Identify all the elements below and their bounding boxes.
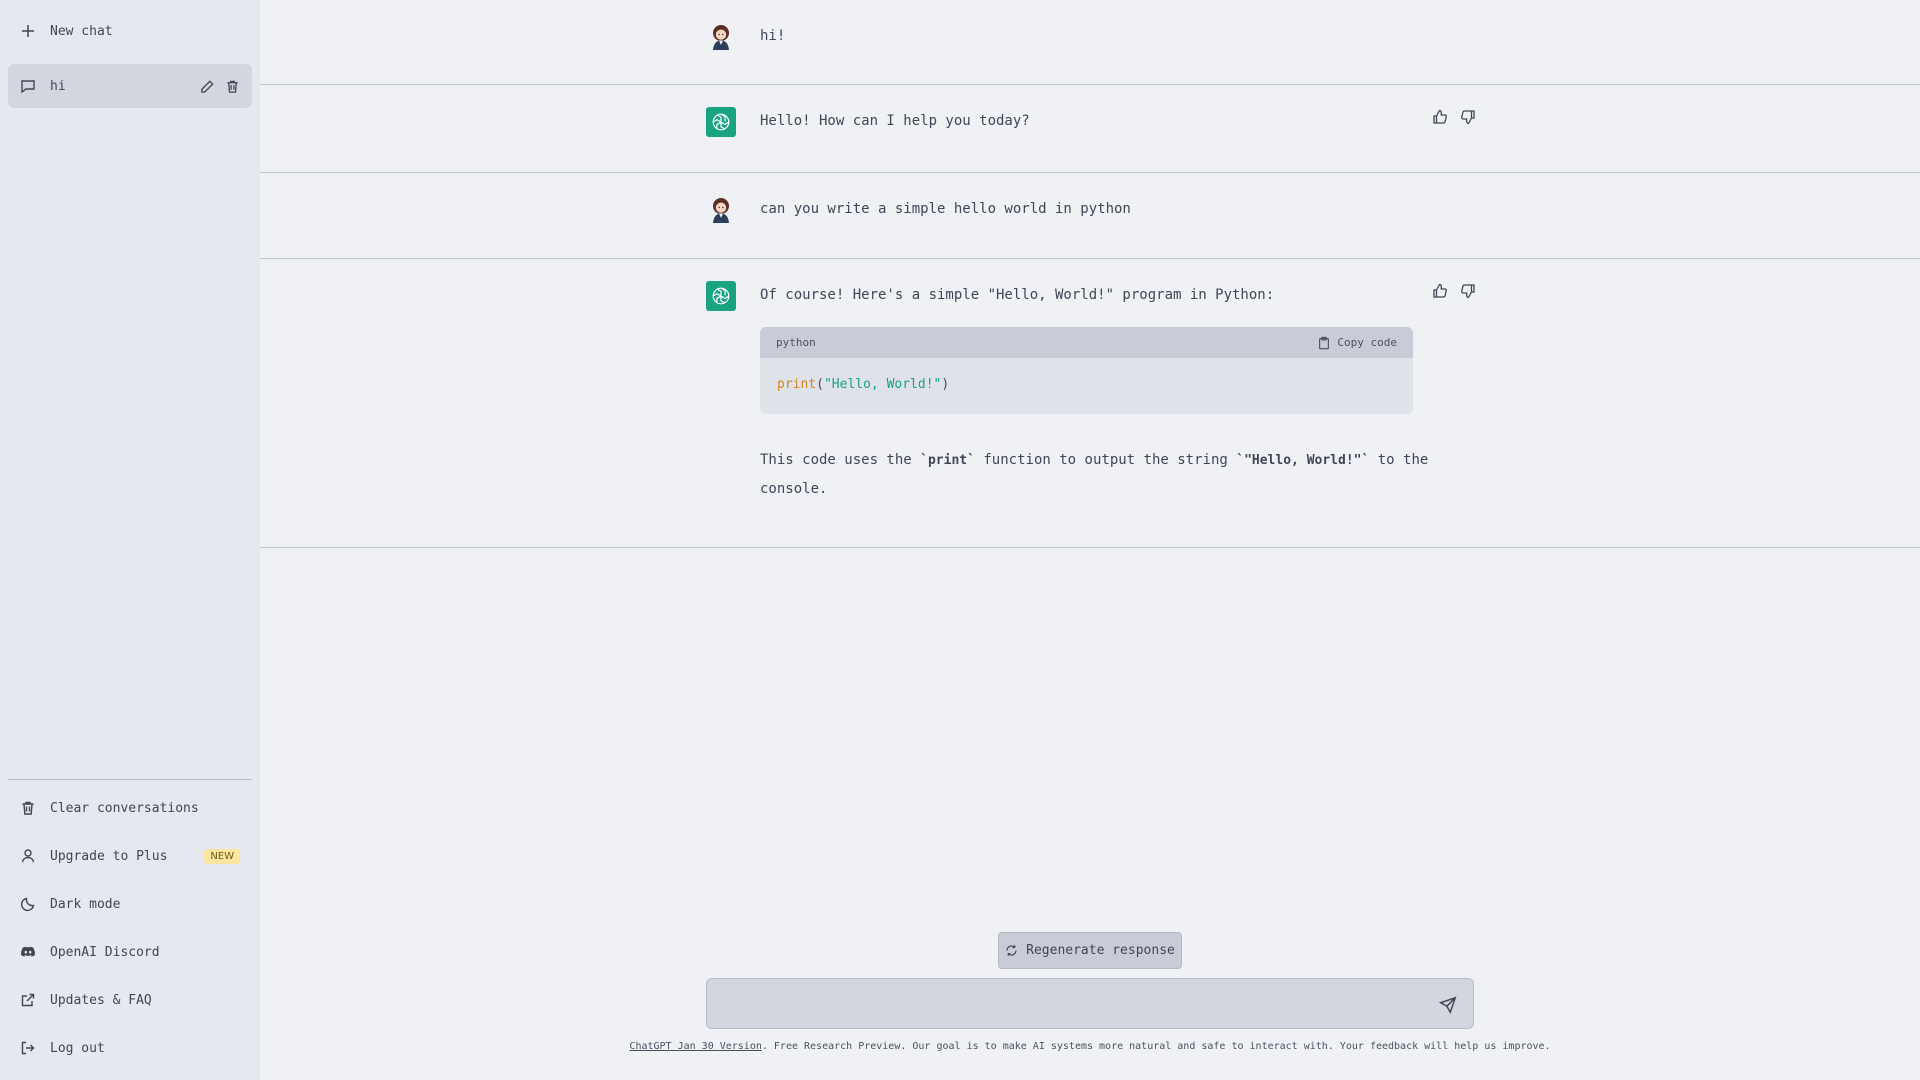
openai-discord-link[interactable]: OpenAI Discord: [8, 928, 252, 976]
version-link[interactable]: ChatGPT Jan 30 Version: [629, 1041, 761, 1052]
message-intro: Of course! Here's a simple "Hello, World…: [760, 287, 1275, 303]
new-chat-label: New chat: [50, 23, 113, 39]
user-avatar-image: [713, 25, 729, 50]
user-icon: [21, 849, 35, 863]
updates-label: Updates & FAQ: [50, 992, 152, 1008]
send-icon[interactable]: [1439, 996, 1457, 1014]
conversation-thread: hi! Hello! How can I help you today? can…: [260, 0, 1920, 1080]
inline-code: `print`: [920, 453, 975, 468]
regenerate-label: Regenerate response: [1026, 943, 1175, 958]
conversation-title: hi: [50, 78, 66, 94]
new-badge: NEW: [204, 848, 240, 864]
message-text: hi!: [760, 28, 786, 44]
external-link-icon: [21, 993, 35, 1007]
message-body: Of course! Here's a simple "Hello, World…: [760, 281, 1476, 503]
user-avatar: [706, 22, 736, 52]
outro-text: function to output the string: [974, 452, 1237, 468]
user-message: hi!: [260, 0, 1920, 85]
code-block: python Copy code print("Hello, World!"): [760, 327, 1413, 414]
plus-icon: [22, 25, 34, 37]
user-message: can you write a simple hello world in py…: [260, 173, 1920, 259]
footer-text: . Free Research Preview. Our goal is to …: [761, 1041, 1551, 1052]
user-avatar-image: [713, 198, 729, 223]
trash-icon[interactable]: [225, 79, 240, 94]
code-token-paren: ): [941, 377, 950, 392]
discord-icon: [21, 946, 35, 957]
feedback-buttons: [1432, 109, 1476, 125]
assistant-message: Of course! Here's a simple "Hello, World…: [260, 259, 1920, 548]
thumbs-down-icon[interactable]: [1460, 109, 1476, 125]
thumbs-down-icon[interactable]: [1460, 283, 1476, 299]
sidebar-divider: [8, 779, 252, 780]
inline-code: `"Hello, World!"`: [1236, 453, 1370, 468]
feedback-buttons: [1432, 283, 1476, 299]
message-input[interactable]: [707, 979, 1407, 1028]
code-token-function: print: [777, 377, 817, 392]
assistant-message: Hello! How can I help you today?: [260, 85, 1920, 173]
thumbs-up-icon[interactable]: [1432, 109, 1448, 125]
chatgpt-avatar: [706, 281, 736, 311]
sidebar: New chat hi Clear conversations Upgrade …: [0, 0, 260, 1080]
message-text: can you write a simple hello world in py…: [760, 201, 1131, 217]
refresh-icon: [1006, 945, 1017, 956]
upgrade-to-plus-button[interactable]: Upgrade to Plus NEW: [8, 832, 252, 880]
message-text: Hello! How can I help you today?: [760, 113, 1030, 129]
message-outro: This code uses the `print` function to o…: [760, 446, 1476, 503]
copy-code-label: Copy code: [1337, 335, 1397, 349]
clipboard-icon: [1319, 336, 1330, 349]
footer-disclaimer: ChatGPT Jan 30 Version. Free Research Pr…: [0, 1041, 1920, 1052]
code-language: python: [776, 335, 816, 349]
dark-mode-button[interactable]: Dark mode: [8, 880, 252, 928]
chatgpt-avatar: [706, 107, 736, 137]
code-header: python Copy code: [760, 327, 1413, 358]
thumbs-up-icon[interactable]: [1432, 283, 1448, 299]
moon-icon: [20, 897, 35, 912]
openai-logo-icon: [712, 113, 730, 131]
trash-icon: [22, 801, 34, 815]
new-chat-button[interactable]: New chat: [8, 8, 252, 54]
discord-label: OpenAI Discord: [50, 944, 160, 960]
upgrade-label: Upgrade to Plus: [50, 848, 168, 864]
edit-icon[interactable]: [200, 79, 215, 94]
dark-mode-label: Dark mode: [50, 896, 121, 912]
message-input-container: [706, 978, 1474, 1029]
regenerate-response-button[interactable]: Regenerate response: [998, 932, 1182, 969]
code-token-string: "Hello, World!": [823, 377, 942, 392]
conversation-item[interactable]: hi: [8, 64, 252, 108]
sidebar-bottom-menu: Clear conversations Upgrade to Plus NEW …: [8, 784, 252, 1072]
user-avatar: [706, 195, 736, 225]
chat-bubble-icon: [21, 80, 35, 94]
updates-faq-link[interactable]: Updates & FAQ: [8, 976, 252, 1024]
outro-text: This code uses the: [760, 452, 921, 468]
copy-code-button[interactable]: Copy code: [1317, 329, 1397, 357]
clear-conversations-button[interactable]: Clear conversations: [8, 784, 252, 832]
code-content: print("Hello, World!"): [760, 358, 1413, 414]
clear-conversations-label: Clear conversations: [50, 800, 199, 816]
openai-logo-icon: [712, 287, 730, 305]
code-token-paren: (: [816, 377, 824, 392]
